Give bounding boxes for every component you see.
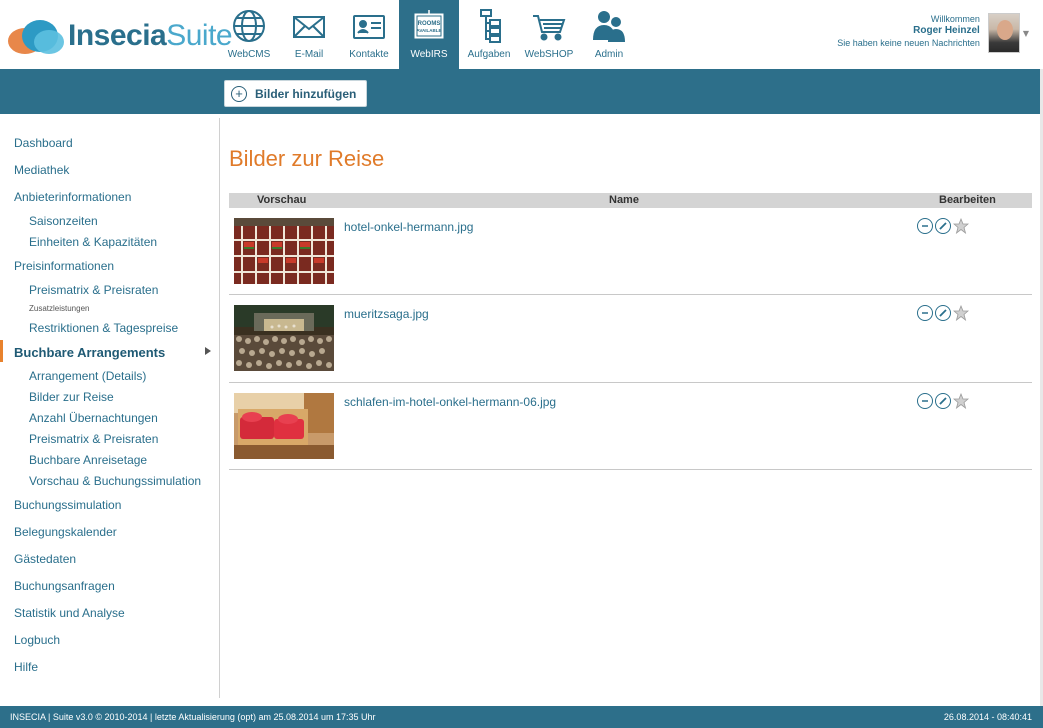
active-indicator: [0, 340, 3, 362]
nav-admin[interactable]: Admin: [579, 0, 639, 69]
edit-pencil-icon[interactable]: [935, 393, 951, 409]
svg-text:ROOMS: ROOMS: [418, 21, 441, 27]
plus-circle-icon: +: [231, 85, 247, 102]
nav-label: WebCMS: [227, 49, 271, 60]
add-images-label: Bilder hinzufügen: [255, 86, 357, 101]
status-footer: INSECIA | Suite v3.0 © 2010-2014 | letzt…: [0, 706, 1043, 728]
table-header: Vorschau Name Bearbeiten: [229, 193, 1032, 208]
table-row: hotel-onkel-hermann.jpg: [229, 208, 1032, 295]
column-header-edit: Bearbeiten: [939, 194, 996, 206]
nav-label: Aufgaben: [467, 49, 511, 60]
nav-label: E-Mail: [294, 49, 324, 60]
sidebar-item-buchbare-arrangements[interactable]: Buchbare Arrangements: [14, 345, 165, 360]
action-toolbar: + Bilder hinzufügen: [0, 69, 1043, 114]
image-thumbnail[interactable]: [234, 218, 334, 284]
remove-icon[interactable]: [917, 218, 933, 234]
user-panel: Willkommen Roger Heinzel Sie haben keine…: [837, 13, 1029, 53]
user-name: Roger Heinzel: [913, 25, 980, 36]
image-filename-link[interactable]: hotel-onkel-hermann.jpg: [344, 220, 473, 234]
table-row: mueritzsaga.jpg: [229, 295, 1032, 383]
users-icon: [593, 11, 625, 42]
sidebar-item-preisinformationen[interactable]: Preisinformationen: [14, 259, 114, 273]
sidebar-item-vorschau[interactable]: Vorschau & Buchungssimulation: [29, 474, 201, 488]
envelope-icon: [293, 16, 325, 38]
column-header-preview: Vorschau: [257, 194, 307, 206]
sidebar-item-zusatzleistungen[interactable]: Zusatzleistungen: [29, 304, 89, 313]
star-icon[interactable]: [953, 393, 969, 409]
remove-icon[interactable]: [917, 305, 933, 321]
logo-text: InseciaSuite: [68, 19, 233, 52]
sidebar-item-anbieterinformationen[interactable]: Anbieterinformationen: [14, 190, 131, 204]
sidebar-item-logbuch[interactable]: Logbuch: [14, 633, 60, 647]
image-thumbnail[interactable]: [234, 305, 334, 371]
insecia-suite-logo[interactable]: InseciaSuite: [8, 16, 233, 56]
app-header: InseciaSuite WebCMS E-Mail Kontakte ROOM…: [0, 0, 1043, 69]
sidebar-item-buchungsanfragen[interactable]: Buchungsanfragen: [14, 579, 115, 593]
sidebar-item-anzahl-uebernachtungen[interactable]: Anzahl Übernachtungen: [29, 411, 158, 425]
remove-icon[interactable]: [917, 393, 933, 409]
column-header-name: Name: [609, 194, 639, 206]
row-actions: [917, 393, 969, 409]
chevron-right-icon: [205, 347, 211, 355]
globe-icon: [233, 10, 265, 42]
add-images-button[interactable]: + Bilder hinzufügen: [224, 80, 368, 107]
sidebar-item-belegungskalender[interactable]: Belegungskalender: [14, 525, 117, 539]
star-icon[interactable]: [953, 218, 969, 234]
main-content: Bilder zur Reise Vorschau Name Bearbeite…: [229, 118, 1032, 698]
nav-aufgaben[interactable]: Aufgaben: [459, 0, 519, 69]
svg-text:AVAILABLE: AVAILABLE: [416, 28, 441, 33]
nav-label: Kontakte: [349, 49, 389, 60]
sidebar-item-bilder-zur-reise[interactable]: Bilder zur Reise: [29, 390, 114, 404]
sidebar-item-gaestedaten[interactable]: Gästedaten: [14, 552, 76, 566]
sidebar-item-mediathek[interactable]: Mediathek: [14, 163, 69, 177]
nav-webcms[interactable]: WebCMS: [219, 0, 279, 69]
edit-pencil-icon[interactable]: [935, 218, 951, 234]
image-filename-link[interactable]: mueritzsaga.jpg: [344, 307, 429, 321]
chevron-down-icon[interactable]: ▼: [1023, 29, 1029, 38]
nav-label: WebSHOP: [524, 49, 574, 60]
sidebar-item-preismatrix-arr[interactable]: Preismatrix & Preisraten: [29, 432, 158, 446]
nav-webshop[interactable]: WebSHOP: [519, 0, 579, 69]
page-title: Bilder zur Reise: [229, 146, 385, 171]
contact-card-icon: [353, 15, 385, 39]
shopping-cart-icon: [533, 15, 566, 41]
user-info: Willkommen Roger Heinzel Sie haben keine…: [837, 13, 980, 49]
nav-webirs[interactable]: ROOMS AVAILABLE WebIRS: [399, 0, 459, 69]
footer-copyright: INSECIA | Suite v3.0 © 2010-2014 | letzt…: [10, 712, 376, 722]
cloud-logo-icon: [8, 16, 64, 56]
nav-label: WebIRS: [410, 49, 448, 60]
sidebar-item-statistik[interactable]: Statistik und Analyse: [14, 606, 125, 620]
sidebar-item-hilfe[interactable]: Hilfe: [14, 660, 38, 674]
task-tree-icon: [480, 9, 501, 43]
module-nav: WebCMS E-Mail Kontakte ROOMS AVAILABLE W…: [219, 0, 639, 69]
nav-kontakte[interactable]: Kontakte: [339, 0, 399, 69]
rooms-available-sign-icon: ROOMS AVAILABLE: [414, 10, 444, 39]
messages-text[interactable]: Sie haben keine neuen Nachrichten: [837, 37, 980, 49]
table-row: schlafen-im-hotel-onkel-hermann-06.jpg: [229, 383, 1032, 470]
sidebar-item-preismatrix[interactable]: Preismatrix & Preisraten: [29, 283, 158, 297]
sidebar-item-restriktionen[interactable]: Restriktionen & Tagespreise: [29, 321, 178, 335]
nav-email[interactable]: E-Mail: [279, 0, 339, 69]
sidebar-item-arrangement-details[interactable]: Arrangement (Details): [29, 369, 146, 383]
sidebar-item-einheiten[interactable]: Einheiten & Kapazitäten: [29, 235, 157, 249]
welcome-text: Willkommen: [930, 14, 980, 24]
image-filename-link[interactable]: schlafen-im-hotel-onkel-hermann-06.jpg: [344, 395, 556, 409]
sidebar-item-buchungssimulation[interactable]: Buchungssimulation: [14, 498, 121, 512]
row-actions: [917, 305, 969, 321]
footer-timestamp: 26.08.2014 - 08:40:41: [943, 712, 1032, 722]
nav-label: Admin: [594, 49, 624, 60]
star-icon[interactable]: [953, 305, 969, 321]
sidebar-item-saisonzeiten[interactable]: Saisonzeiten: [29, 214, 98, 228]
sidebar-item-anreisetage[interactable]: Buchbare Anreisetage: [29, 453, 147, 467]
edit-pencil-icon[interactable]: [935, 305, 951, 321]
sidebar-item-dashboard[interactable]: Dashboard: [14, 136, 73, 150]
image-thumbnail[interactable]: [234, 393, 334, 459]
avatar[interactable]: [987, 13, 1020, 53]
row-actions: [917, 218, 969, 234]
sidebar-nav: Dashboard Mediathek Anbieterinformatione…: [0, 118, 220, 698]
